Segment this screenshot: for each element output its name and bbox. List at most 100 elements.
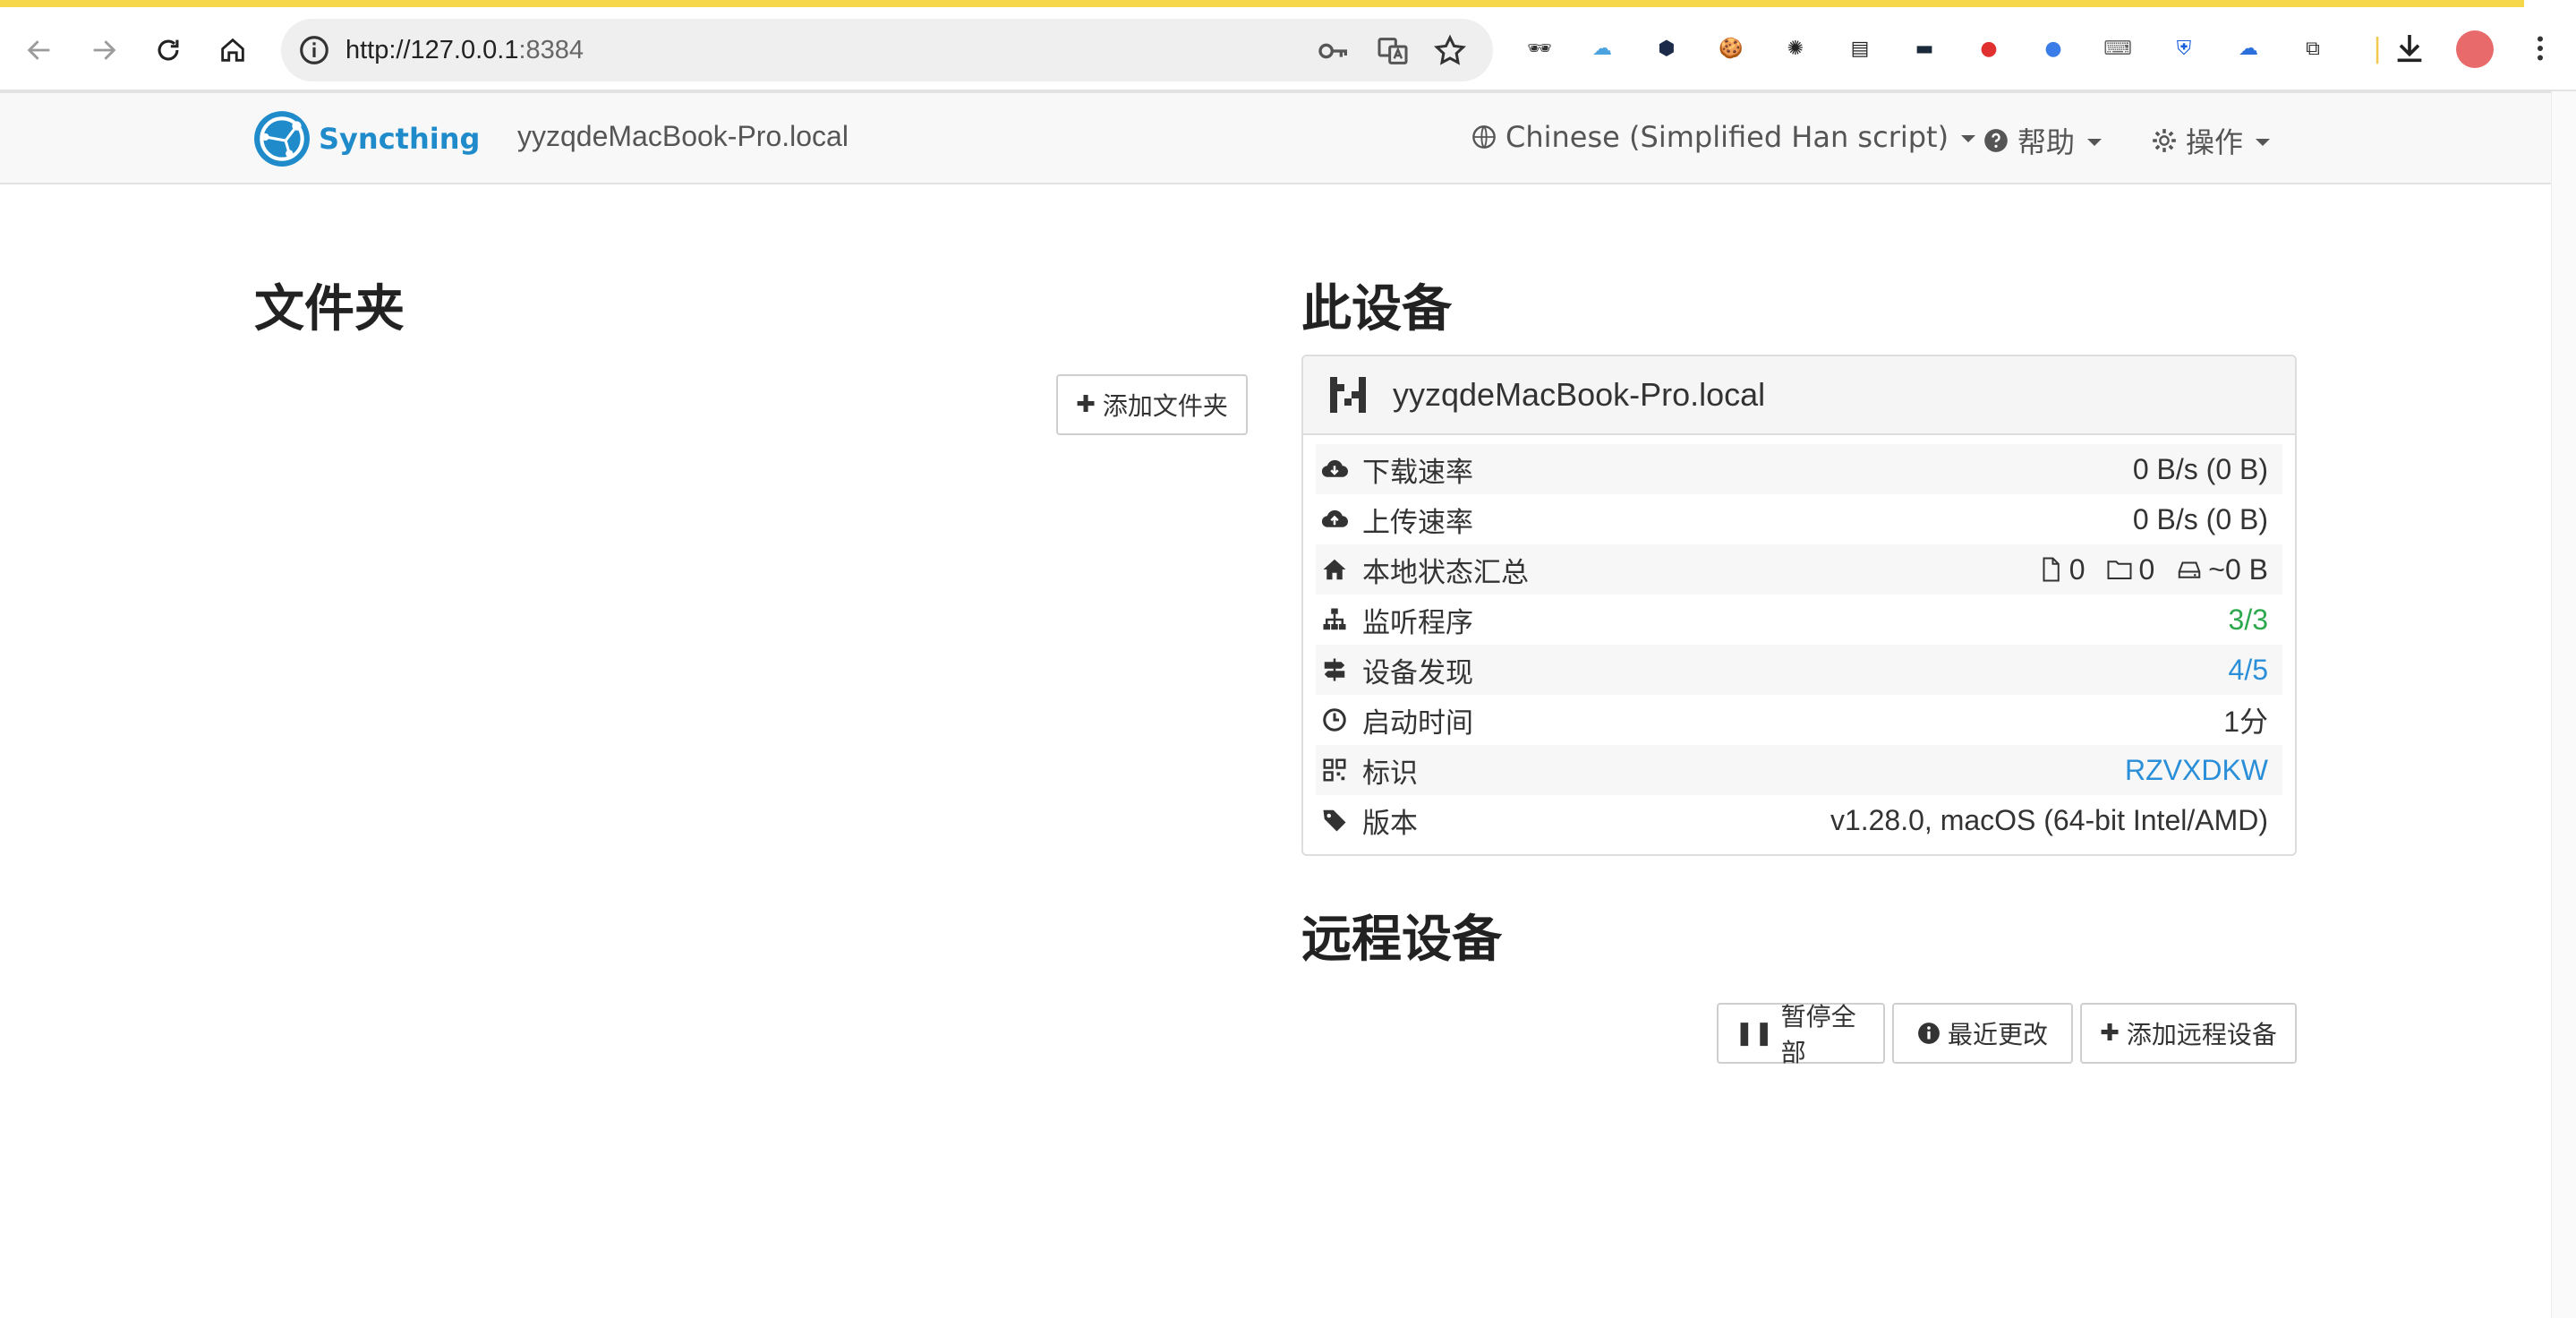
cookie-extension-icon[interactable]: 🍪: [1713, 30, 1749, 66]
keyboard-extension-icon[interactable]: ⌨: [2100, 30, 2136, 66]
brand-name: Syncthing: [319, 122, 481, 156]
folders-heading: 文件夹: [254, 280, 405, 338]
plus-icon: ✚: [1076, 391, 1096, 418]
openai-extension-icon[interactable]: ✺: [1778, 30, 1813, 66]
add-folder-label: 添加文件夹: [1102, 391, 1228, 421]
reload-button[interactable]: [143, 25, 193, 75]
upload-rate-value: 0 B/s (0 B): [2132, 502, 2268, 535]
url-host: http://127.0.0.1: [345, 36, 519, 64]
recent-changes-button[interactable]: 最近更改: [1892, 1003, 2073, 1064]
add-folder-button[interactable]: ✚ 添加文件夹: [1056, 374, 1248, 435]
this-device-panel: yyzqdeMacBook-Pro.local 下载速率 0 B/s (0 B)…: [1301, 355, 2297, 856]
uptime-label: 启动时间: [1362, 706, 1473, 740]
folder-icon: [2107, 561, 2132, 579]
tab-strip-edge: [0, 0, 2576, 7]
language-label: Chinese (Simplified Han script): [1506, 120, 1949, 154]
question-circle-icon: [1984, 129, 2008, 152]
caret-down-icon: [1961, 135, 1976, 142]
cloud-extension-icon[interactable]: ☁: [1584, 30, 1620, 66]
key-icon[interactable]: [1316, 33, 1352, 69]
hdd-icon: [2179, 561, 2201, 578]
arrow-right-icon: [93, 40, 116, 60]
caret-down-icon: [2256, 139, 2271, 146]
listeners-label: 监听程序: [1362, 606, 1473, 639]
listeners-value[interactable]: 3/3: [2229, 603, 2268, 637]
cloud-upload-icon: [1321, 509, 1348, 527]
local-state-row: 本地状态汇总 0 0 ~0 B: [1316, 544, 2282, 595]
profile-avatar[interactable]: [2456, 30, 2494, 68]
home-icon: [221, 38, 244, 62]
syncthing-logo-icon: [254, 111, 310, 167]
folder-count: 0: [2138, 552, 2155, 586]
local-state-label: 本地状态汇总: [1362, 556, 1529, 589]
remote-devices-heading: 远程设备: [1301, 911, 1502, 969]
cloud-download-icon: [1321, 459, 1348, 477]
download-rate-value: 0 B/s (0 B): [2132, 452, 2268, 485]
qrcode-icon: [1323, 758, 1346, 782]
add-remote-label: 添加远程设备: [2126, 1020, 2277, 1049]
local-size: ~0 B: [2208, 552, 2268, 586]
site-info-icon[interactable]: [297, 33, 331, 67]
uptime-value: 1分: [2223, 706, 2268, 738]
discovery-row[interactable]: 设备发现 4/5: [1316, 645, 2282, 695]
subtitle-extension-icon[interactable]: ▤: [1842, 30, 1878, 66]
cloud-sync-extension-icon[interactable]: ☁: [2231, 30, 2266, 66]
signpost-icon: [1324, 658, 1345, 681]
sitemap-icon: [1323, 608, 1346, 630]
blue-dot-extension-icon[interactable]: ●: [2035, 30, 2071, 66]
red-app-extension-icon[interactable]: ●: [1971, 30, 2007, 66]
discovery-label: 设备发现: [1362, 656, 1473, 689]
url-port: :8384: [518, 36, 584, 64]
download-rate-row: 下载速率 0 B/s (0 B): [1316, 444, 2282, 494]
browser-toolbar: http://127.0.0.1:8384 🕶 ☁ ⬢ 🍪 ✺ ▤ ▬ ● ● ⌨ ⛨ ☁ ⧉ |: [0, 7, 2576, 91]
device-identicon-icon: [1330, 377, 1366, 413]
upload-rate-label: 上传速率: [1362, 506, 1473, 539]
reload-icon: [158, 39, 179, 61]
plus-icon: ✚: [2100, 1020, 2120, 1047]
local-state-value: 0 0 ~0 B: [2037, 553, 2268, 586]
home-icon: [1323, 559, 1346, 580]
version-row: 版本 v1.28.0, macOS (64-bit Intel/AMD): [1316, 795, 2282, 845]
hex-extension-icon[interactable]: ⬢: [1649, 30, 1685, 66]
spy-extension-icon[interactable]: 🕶: [1522, 30, 1557, 66]
identification-label: 标识: [1362, 757, 1418, 790]
address-bar[interactable]: http://127.0.0.1:8384: [281, 19, 1493, 81]
discovery-value[interactable]: 4/5: [2229, 654, 2268, 687]
puzzle-extensions-icon[interactable]: ⧉: [2295, 30, 2331, 66]
language-menu[interactable]: Chinese (Simplified Han script): [1471, 120, 1976, 154]
listeners-row[interactable]: 监听程序 3/3: [1316, 595, 2282, 645]
device-id-link[interactable]: RZVXDKW: [2125, 754, 2268, 787]
help-menu[interactable]: 帮助: [1983, 120, 2103, 161]
gear-icon: [2153, 129, 2176, 152]
identification-row[interactable]: 标识 RZVXDKW: [1316, 745, 2282, 795]
clock-icon: [1323, 708, 1346, 732]
back-button[interactable]: [14, 25, 64, 75]
tag-icon: [1323, 809, 1346, 832]
caption-extension-icon[interactable]: ▬: [1906, 30, 1942, 66]
recent-changes-label: 最近更改: [1947, 1020, 2048, 1049]
version-label: 版本: [1362, 807, 1418, 840]
uptime-row: 启动时间 1分: [1316, 695, 2282, 745]
download-icon[interactable]: [2392, 30, 2427, 66]
translate-icon[interactable]: [1375, 33, 1411, 69]
bookmark-star-icon[interactable]: [1432, 33, 1468, 69]
help-label: 帮助: [2017, 125, 2076, 159]
add-remote-device-button[interactable]: ✚ 添加远程设备: [2080, 1003, 2297, 1064]
more-vert-icon[interactable]: [2524, 32, 2556, 64]
pause-all-label: 暂停全部: [1780, 1002, 1856, 1067]
pause-icon: ❚❚: [1735, 1020, 1774, 1047]
caret-down-icon: [2087, 139, 2103, 146]
url-text[interactable]: http://127.0.0.1:8384: [345, 33, 584, 67]
home-button[interactable]: [208, 25, 258, 75]
syncthing-logo[interactable]: Syncthing: [252, 109, 480, 168]
page-scrollbar[interactable]: [2551, 91, 2576, 1318]
pause-all-button[interactable]: ❚❚ 暂停全部: [1717, 1002, 1885, 1067]
this-device-heading: 此设备: [1301, 280, 1452, 338]
device-name-title: yyzqdeMacBook-Pro.local: [517, 120, 849, 152]
actions-menu[interactable]: 操作: [2152, 120, 2271, 161]
actions-label: 操作: [2186, 125, 2244, 159]
forward-button[interactable]: [79, 25, 129, 75]
this-device-panel-header[interactable]: yyzqdeMacBook-Pro.local: [1303, 356, 2295, 435]
version-value: v1.28.0, macOS (64-bit Intel/AMD): [1830, 803, 2268, 836]
bitwarden-extension-icon[interactable]: ⛨: [2166, 30, 2202, 66]
